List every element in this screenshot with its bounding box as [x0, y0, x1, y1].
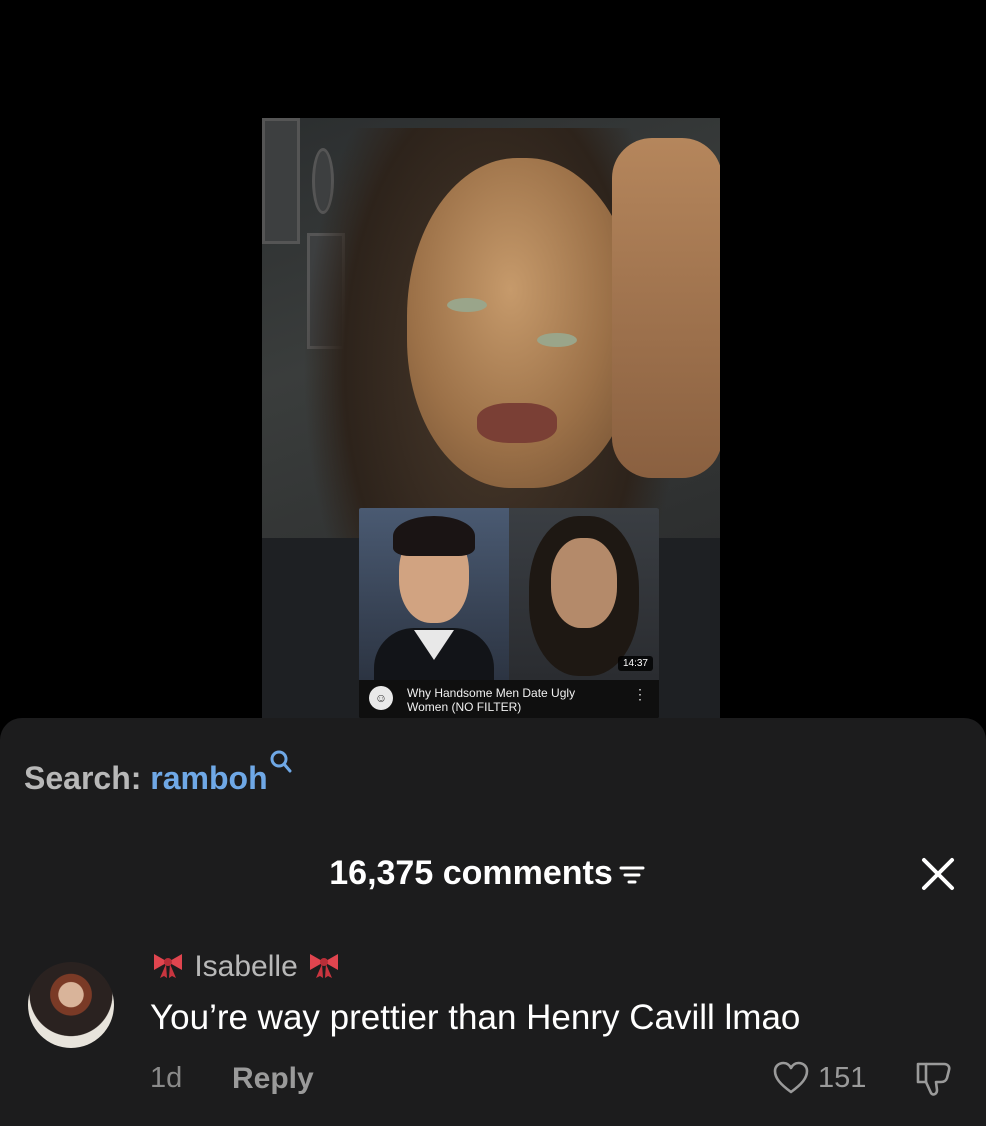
reply-button[interactable]: Reply: [232, 1062, 314, 1096]
eye: [447, 298, 487, 312]
person-hand: [612, 138, 720, 478]
mouth: [477, 403, 557, 443]
woman-face: [551, 538, 617, 628]
comments-sheet: Search: ramboh 16,375 comments Isabelle …: [0, 718, 986, 1126]
thumbnail-title: Why Handsome Men Date Ugly Women (NO FIL…: [407, 686, 576, 714]
comment-username[interactable]: Isabelle: [194, 950, 297, 983]
thumbnail-info-bar: ☺ Why Handsome Men Date Ugly Women (NO F…: [359, 680, 659, 718]
avatar[interactable]: [28, 962, 114, 1048]
comment-text: You’re way prettier than Henry Cavill lm…: [150, 998, 801, 1037]
sort-filter-icon[interactable]: [619, 864, 645, 886]
search-label: Search:: [24, 760, 142, 796]
search-term[interactable]: ramboh: [150, 760, 267, 796]
like-count: 151: [818, 1061, 867, 1094]
thumbnail-right-panel: [509, 508, 659, 680]
thumbnail-left-panel: [359, 508, 509, 688]
channel-avatar-icon: ☺: [369, 686, 393, 710]
ribbon-bow-icon: [154, 954, 182, 979]
more-options-icon: ⋮: [633, 686, 647, 702]
video-player[interactable]: 14:37 ☺ Why Handsome Men Date Ugly Women…: [262, 118, 720, 718]
video-duration: 14:37: [617, 656, 653, 671]
wall-picture-frame: [262, 118, 300, 244]
ribbon-bow-icon: [310, 954, 339, 979]
comments-header: 16,375 comments: [0, 854, 986, 893]
like-button[interactable]: 151: [772, 1058, 866, 1098]
man-hair: [393, 516, 475, 556]
search-suggestion[interactable]: Search: ramboh: [24, 750, 292, 797]
dislike-icon[interactable]: [912, 1058, 956, 1100]
comment-timestamp: 1d: [150, 1062, 183, 1094]
heart-icon: [773, 1061, 809, 1094]
close-icon[interactable]: [918, 854, 958, 894]
person-face: [407, 158, 637, 488]
embedded-youtube-thumbnail: 14:37 ☺ Why Handsome Men Date Ugly Women…: [359, 508, 659, 718]
search-icon[interactable]: [270, 747, 292, 775]
eye: [537, 333, 577, 347]
comments-count: 16,375 comments: [329, 854, 613, 892]
comment-username-row[interactable]: Isabelle: [150, 950, 342, 984]
